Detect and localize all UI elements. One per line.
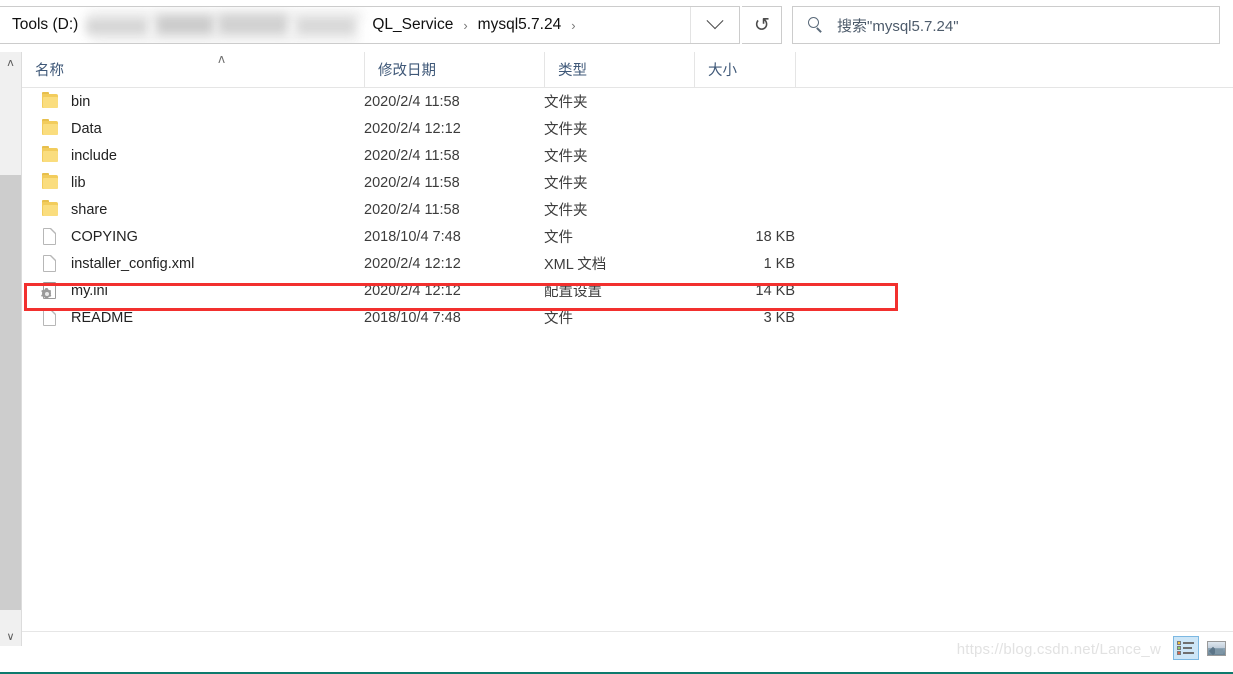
file-list[interactable]: bin 2020/2/4 11:58 文件夹 Data 2020/2/4 12:…: [22, 88, 1233, 628]
table-row[interactable]: bin 2020/2/4 11:58 文件夹: [22, 88, 1233, 115]
file-name-cell[interactable]: lib: [42, 173, 86, 192]
file-type-cell: 文件: [544, 230, 573, 246]
file-icon: [42, 308, 59, 327]
breadcrumb-root[interactable]: Tools (D:): [10, 14, 80, 36]
file-type-cell: 文件夹: [544, 176, 588, 192]
large-icons-view-icon: [1206, 640, 1226, 656]
status-bar: https://blog.csdn.net/Lance_w: [22, 631, 1233, 666]
table-row[interactable]: Data 2020/2/4 12:12 文件夹: [22, 115, 1233, 142]
file-date-cell: 2018/10/4 7:48: [364, 309, 461, 326]
file-date-cell: 2020/2/4 11:58: [364, 174, 460, 191]
refresh-icon: ↻: [753, 13, 770, 36]
file-date-cell: 2020/2/4 12:12: [364, 120, 461, 137]
refresh-button[interactable]: ↻: [742, 6, 782, 44]
config-file-icon: [41, 281, 59, 300]
breadcrumb-separator-0[interactable]: ›: [455, 18, 475, 33]
scroll-down-arrow-icon[interactable]: ∨: [0, 626, 21, 646]
file-icon: [42, 227, 59, 246]
table-row[interactable]: COPYING 2018/10/4 7:48 文件 18 KB: [22, 223, 1233, 250]
file-name-label: installer_config.xml: [71, 255, 195, 272]
scroll-up-arrow-icon[interactable]: ʌ: [0, 52, 21, 72]
file-type-cell: 文件夹: [544, 149, 588, 165]
folder-icon: [42, 200, 59, 219]
file-name-cell[interactable]: my.ini: [41, 281, 108, 300]
address-dropdown-button[interactable]: [690, 7, 739, 43]
file-date-cell: 2020/2/4 12:12: [364, 255, 461, 272]
file-type-cell: 文件夹: [544, 203, 588, 219]
breadcrumb-item-1[interactable]: mysql5.7.24: [476, 14, 564, 36]
column-header-name-label: 名称: [35, 63, 64, 79]
file-name-label: lib: [71, 174, 86, 191]
file-type-cell: 配置设置: [544, 284, 602, 300]
folder-icon: [42, 173, 59, 192]
search-placeholder: 搜索"mysql5.7.24": [837, 17, 959, 35]
file-name-label: bin: [71, 93, 91, 110]
sort-ascending-icon: ʌ: [218, 52, 226, 66]
file-type-cell: 文件夹: [544, 95, 588, 111]
folder-icon: [42, 119, 59, 138]
folder-icon: [42, 92, 59, 111]
search-icon: [807, 16, 825, 34]
file-name-cell[interactable]: README: [42, 308, 133, 327]
table-row[interactable]: README 2018/10/4 7:48 文件 3 KB: [22, 304, 1233, 331]
address-bar[interactable]: Tools (D:) _ QL_Service › mysql5.7.24 ›: [0, 6, 740, 44]
table-row[interactable]: installer_config.xml 2020/2/4 12:12 XML …: [22, 250, 1233, 277]
file-name-label: my.ini: [71, 282, 108, 299]
file-date-cell: 2020/2/4 12:12: [364, 282, 461, 299]
file-name-cell[interactable]: installer_config.xml: [42, 254, 194, 273]
file-name-label: COPYING: [71, 228, 138, 245]
details-view-button[interactable]: [1173, 636, 1199, 660]
file-size-cell: 18 KB: [755, 228, 796, 245]
file-name-label: README: [71, 309, 134, 326]
file-name-cell[interactable]: share: [42, 200, 107, 219]
column-header-type-label: 类型: [558, 63, 587, 79]
breadcrumb-item-0[interactable]: QL_Service: [370, 14, 455, 36]
table-row-my-ini[interactable]: my.ini 2020/2/4 12:12 配置设置 14 KB: [22, 277, 1233, 304]
chevron-down-icon: [706, 12, 724, 30]
column-header-size[interactable]: 大小: [694, 52, 795, 87]
file-size-cell: 1 KB: [763, 255, 795, 272]
breadcrumb[interactable]: Tools (D:) _ QL_Service › mysql5.7.24 ›: [0, 7, 690, 43]
file-name-cell[interactable]: include: [42, 146, 117, 165]
file-name-label: share: [71, 201, 108, 218]
redacted-underscore: _: [278, 29, 287, 43]
search-box[interactable]: 搜索"mysql5.7.24": [792, 6, 1220, 44]
column-header-date-label: 修改日期: [378, 63, 436, 79]
file-icon: [42, 254, 59, 273]
watermark-text: https://blog.csdn.net/Lance_w: [956, 641, 1161, 658]
file-name-label: Data: [71, 120, 102, 137]
table-row[interactable]: share 2020/2/4 11:58 文件夹: [22, 196, 1233, 223]
scrollbar-thumb[interactable]: [0, 175, 21, 610]
file-size-cell: 14 KB: [755, 282, 796, 299]
column-header-size-label: 大小: [708, 63, 737, 79]
file-type-cell: XML 文档: [544, 257, 607, 273]
vertical-scrollbar[interactable]: ʌ ∨: [0, 52, 22, 646]
view-mode-buttons[interactable]: [1173, 636, 1229, 660]
column-header-end-divider: [795, 52, 809, 87]
file-date-cell: 2018/10/4 7:48: [364, 228, 461, 245]
column-header-name[interactable]: 名称: [22, 52, 364, 87]
file-name-cell[interactable]: bin: [42, 92, 90, 111]
file-date-cell: 2020/2/4 11:58: [364, 201, 460, 218]
file-type-cell: 文件夹: [544, 122, 588, 138]
explorer-toolbar: Tools (D:) _ QL_Service › mysql5.7.24 › …: [0, 0, 1233, 50]
file-name-cell[interactable]: COPYING: [42, 227, 138, 246]
file-date-cell: 2020/2/4 11:58: [364, 93, 460, 110]
file-type-cell: 文件: [544, 311, 573, 327]
file-name-label: include: [71, 147, 117, 164]
redacted-path-blur: _: [78, 9, 388, 43]
file-size-cell: 3 KB: [763, 309, 795, 326]
large-icons-view-button[interactable]: [1203, 636, 1229, 660]
file-name-cell[interactable]: Data: [42, 119, 102, 138]
table-row[interactable]: lib 2020/2/4 11:58 文件夹: [22, 169, 1233, 196]
details-view-icon: [1177, 641, 1195, 655]
breadcrumb-separator-1[interactable]: ›: [563, 18, 583, 33]
folder-icon: [42, 146, 59, 165]
file-date-cell: 2020/2/4 11:58: [364, 147, 460, 164]
column-header-date[interactable]: 修改日期: [364, 52, 544, 87]
column-header-row: 名称 ʌ 修改日期 类型 大小: [22, 52, 1233, 88]
column-header-type[interactable]: 类型: [544, 52, 694, 87]
table-row[interactable]: include 2020/2/4 11:58 文件夹: [22, 142, 1233, 169]
